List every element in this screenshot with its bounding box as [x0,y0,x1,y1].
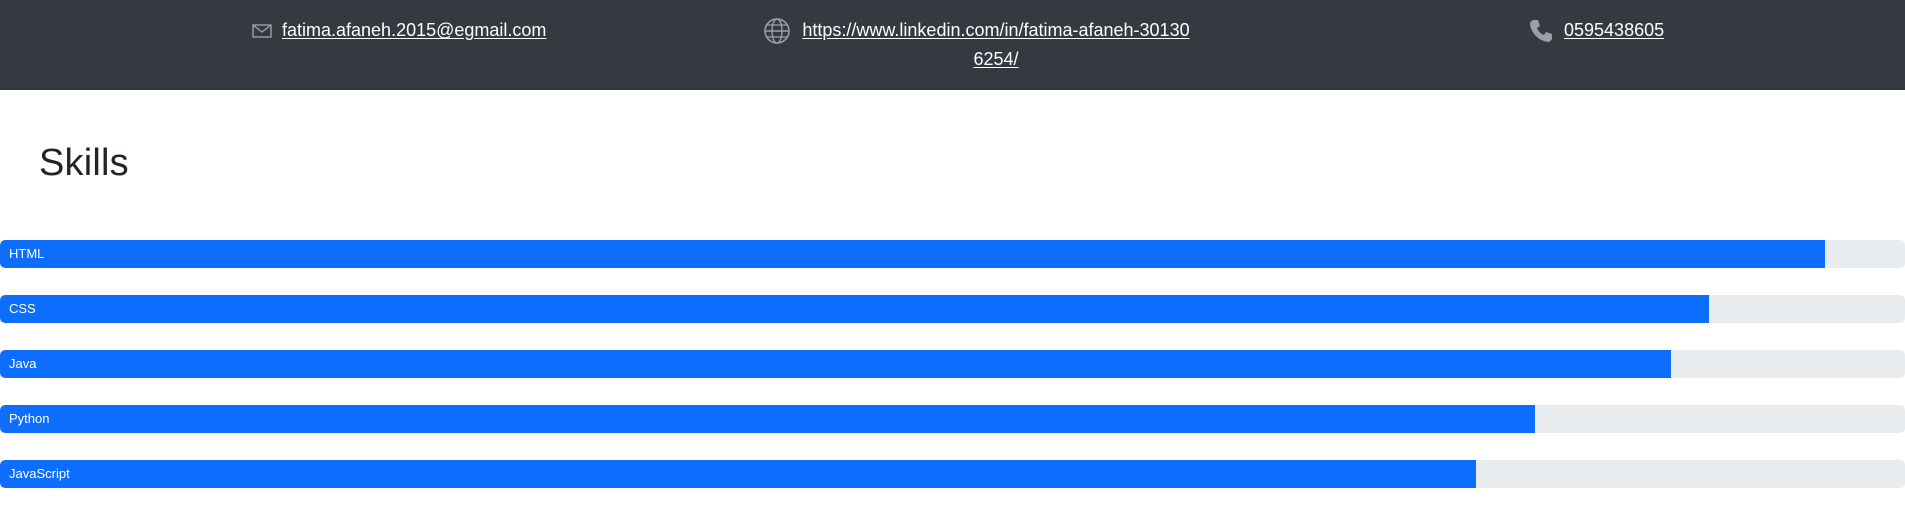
skill-progress-bar: CSS [0,295,1709,323]
contact-phone: 0595438605 [1528,16,1664,45]
linkedin-link[interactable]: https://www.linkedin.com/in/fatima-afane… [801,16,1191,74]
skill-progress: Java [0,350,1905,378]
email-link[interactable]: fatima.afaneh.2015@egmail.com [282,16,546,45]
envelope-icon [252,16,272,45]
contact-header: fatima.afaneh.2015@egmail.com https://ww… [0,0,1905,90]
skills-title: Skills [39,142,129,184]
skill-progress-bar: Java [0,350,1671,378]
skill-progress: HTML [0,240,1905,268]
phone-icon [1528,16,1554,45]
skill-progress: JavaScript [0,460,1905,488]
contact-email: fatima.afaneh.2015@egmail.com [252,16,546,45]
skill-progress-bar: JavaScript [0,460,1477,488]
globe-icon [763,16,791,45]
phone-link[interactable]: 0595438605 [1564,16,1664,45]
skills-list: HTML CSS Java Python JavaScript [0,240,1905,515]
contact-linkedin: https://www.linkedin.com/in/fatima-afane… [763,16,1191,74]
skill-progress: Python [0,405,1905,433]
skill-progress: CSS [0,295,1905,323]
skill-progress-bar: HTML [0,240,1825,268]
skill-progress-bar: Python [0,405,1536,433]
